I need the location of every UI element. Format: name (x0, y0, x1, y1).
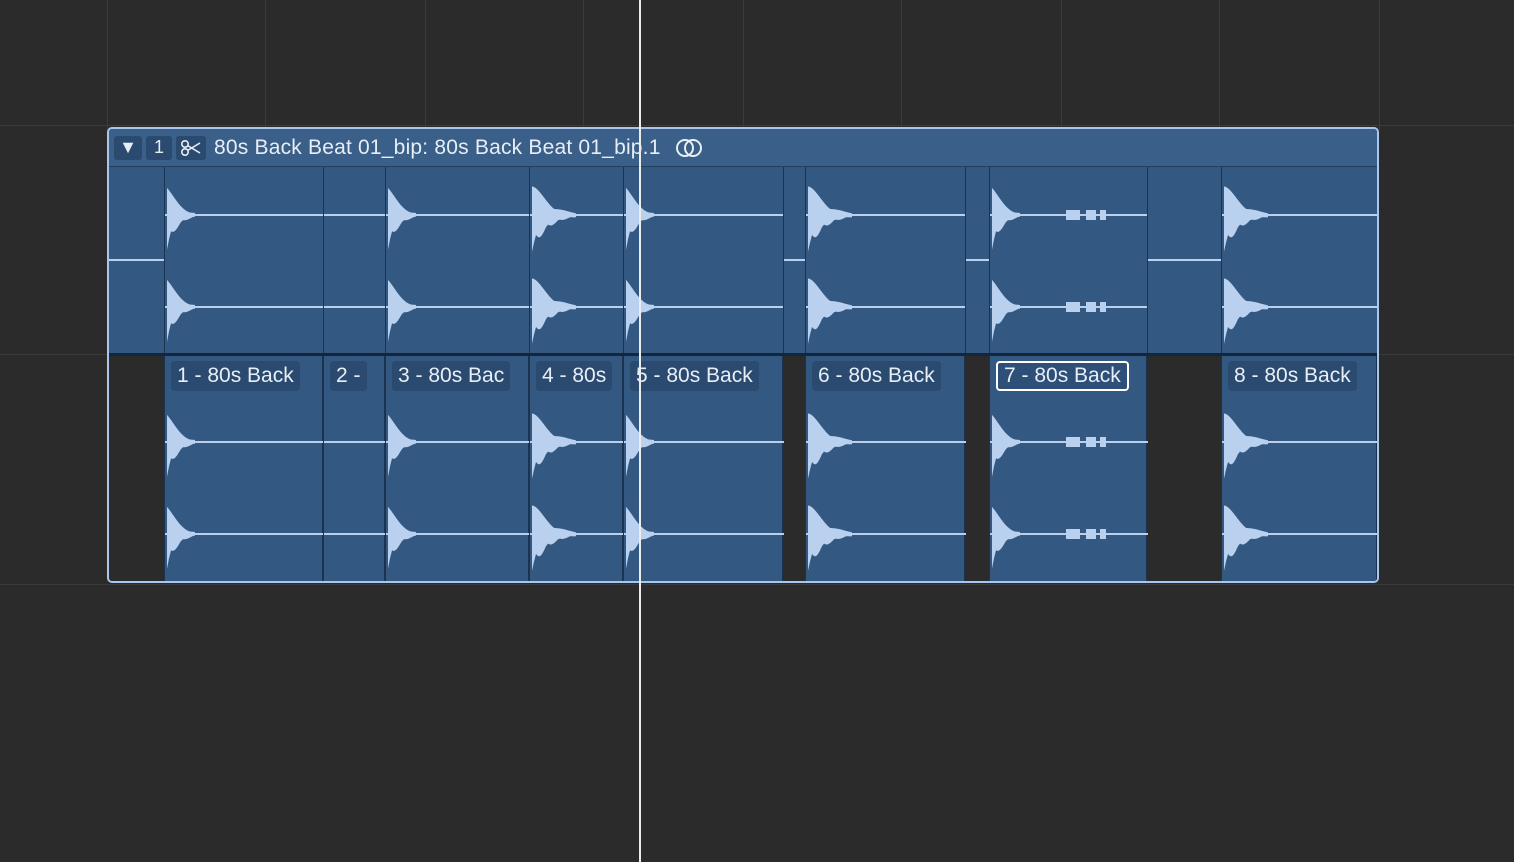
waveform (530, 413, 624, 571)
take-number-badge[interactable]: 1 (146, 135, 172, 160)
waveform (386, 414, 530, 569)
grid-line (901, 0, 902, 130)
take-slice[interactable]: 3 - 80s Bac (385, 356, 530, 581)
take-slice[interactable]: 6 - 80s Back (805, 356, 966, 581)
waveform (165, 187, 324, 342)
grid-line (583, 0, 584, 130)
quick-swipe-comping-button[interactable] (176, 135, 206, 160)
waveform (966, 259, 990, 261)
comp-segment[interactable] (1221, 167, 1377, 353)
comp-segment[interactable] (805, 167, 966, 353)
take-slice[interactable]: 7 - 80s Back (989, 356, 1148, 581)
triangle-down-icon: ▼ (119, 137, 137, 157)
comp-segment[interactable] (1147, 167, 1222, 353)
waveform (1222, 413, 1377, 571)
grid-line (1061, 0, 1062, 130)
comp-segment[interactable] (783, 167, 806, 353)
grid-line (743, 0, 744, 130)
track-separator (0, 125, 1514, 126)
take-slice[interactable]: 2 - (323, 356, 386, 581)
comp-segment[interactable] (385, 167, 530, 353)
waveform (109, 259, 164, 261)
comp-segment[interactable] (989, 167, 1148, 353)
grid-line (265, 0, 266, 130)
take-number: 1 (153, 137, 164, 157)
waveform (624, 187, 784, 342)
playhead[interactable] (639, 0, 641, 862)
waveform (530, 186, 624, 344)
waveform (784, 259, 806, 261)
comp-segment[interactable] (109, 167, 164, 353)
track-separator (0, 584, 1514, 585)
comp-segment[interactable] (623, 167, 784, 353)
take-slices-lane[interactable]: 1 - 80s Back 2 -3 - 80s Bac 4 - 80s 5 - 80s… (109, 356, 1377, 581)
waveform (806, 186, 966, 344)
take-slice[interactable]: 8 - 80s Back (1221, 356, 1377, 581)
waveform (990, 187, 1148, 342)
waveform (624, 414, 784, 569)
region-header[interactable]: ▼ 1 80s Back Beat 01_bip: 80s Back Beat … (109, 129, 1377, 167)
scissors-icon (180, 139, 201, 156)
comp-segment[interactable] (164, 167, 324, 353)
waveform (990, 414, 1148, 569)
comp-waveform-lane[interactable] (109, 167, 1377, 353)
take-slice[interactable]: 5 - 80s Back (623, 356, 784, 581)
waveform (386, 187, 530, 342)
waveform (806, 413, 966, 571)
comp-segment[interactable] (529, 167, 624, 353)
grid-line (107, 0, 108, 130)
waveform (324, 214, 386, 308)
waveform (165, 414, 324, 569)
grid-line (425, 0, 426, 130)
take-slice[interactable]: 4 - 80s (529, 356, 624, 581)
comp-segment[interactable] (323, 167, 386, 353)
audio-region[interactable]: ▼ 1 80s Back Beat 01_bip: 80s Back Beat … (107, 127, 1379, 583)
comp-segment[interactable] (965, 167, 990, 353)
disclosure-triangle-button[interactable]: ▼ (114, 135, 142, 160)
waveform (324, 441, 386, 535)
grid-line (1219, 0, 1220, 130)
grid-line (1379, 0, 1380, 130)
waveform (1148, 259, 1222, 261)
link-rings-icon[interactable] (675, 137, 703, 159)
take-slice[interactable]: 1 - 80s Back (164, 356, 324, 581)
waveform (1222, 186, 1377, 344)
region-title: 80s Back Beat 01_bip: 80s Back Beat 01_b… (214, 135, 661, 159)
